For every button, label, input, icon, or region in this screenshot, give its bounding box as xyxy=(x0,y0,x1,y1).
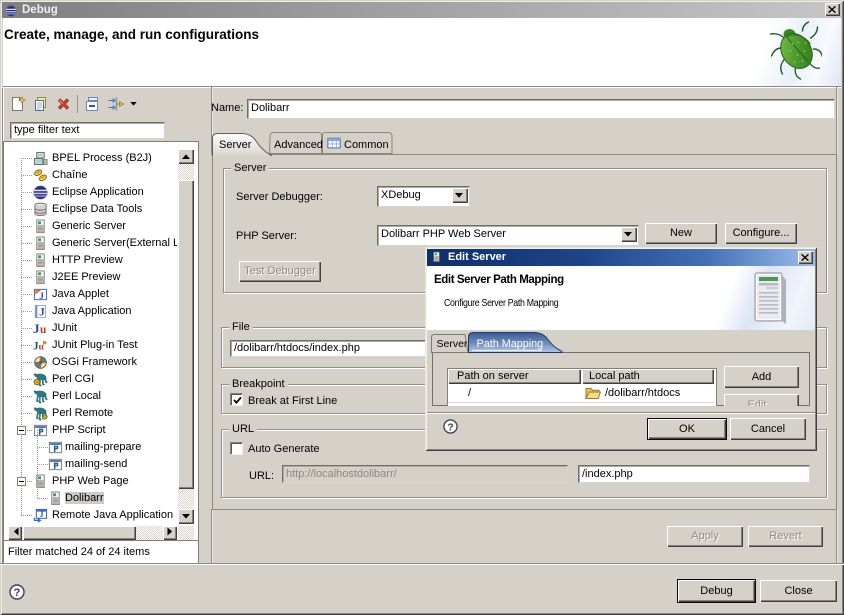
svg-text:Server: Server xyxy=(219,139,252,151)
svg-text:Server: Server xyxy=(437,338,468,350)
svg-text:Advanced: Advanced xyxy=(274,139,323,151)
svg-text:Common: Common xyxy=(344,139,389,151)
svg-text:Path Mapping: Path Mapping xyxy=(477,338,544,350)
